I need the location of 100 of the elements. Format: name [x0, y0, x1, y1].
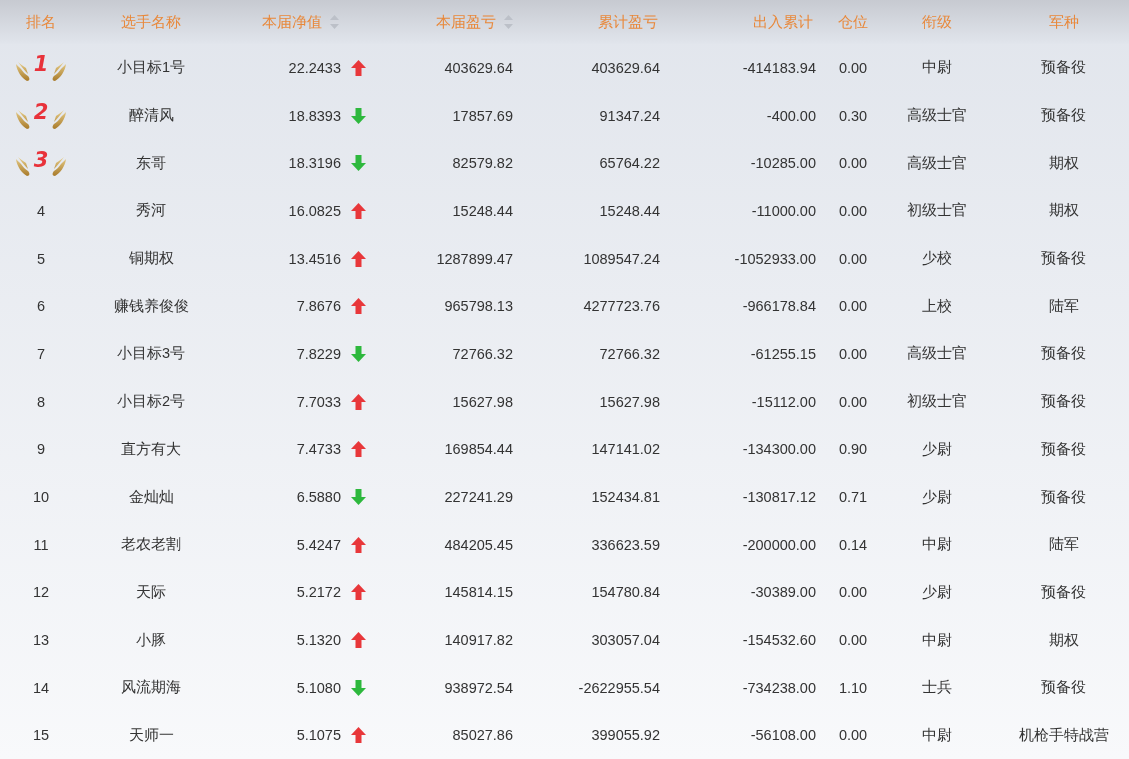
rank-title: 高级士官 [907, 153, 967, 173]
total-profit: 336623.59 [591, 536, 660, 553]
total-profit: 15248.44 [599, 202, 660, 219]
period-profit: 484205.45 [444, 536, 513, 553]
position-value: 0.00 [838, 727, 868, 744]
rank-number: 12 [32, 584, 50, 601]
rank-title: 中尉 [922, 535, 952, 555]
position-value: 0.30 [838, 107, 868, 124]
position-value: 0.00 [838, 345, 868, 362]
net-value: 5.1320 [296, 632, 341, 649]
total-profit: -2622955.54 [578, 679, 660, 696]
position-value: 0.00 [838, 298, 868, 315]
rank-title: 士兵 [922, 678, 952, 698]
cash-flow: -1052933.00 [734, 250, 816, 267]
total-profit: 147141.02 [591, 441, 660, 458]
total-profit: 152434.81 [591, 489, 660, 506]
rank-number: 3 [33, 149, 49, 171]
total-profit: 399055.92 [591, 727, 660, 744]
rank-number: 14 [32, 679, 50, 696]
cash-flow: -200000.00 [742, 536, 816, 553]
net-value: 16.0825 [288, 202, 341, 219]
position-value: 0.00 [838, 632, 868, 649]
net-value: 5.1080 [296, 679, 341, 696]
player-name: 小目标2号 [116, 392, 186, 412]
cash-flow: -734238.00 [742, 679, 816, 696]
rank-title: 中尉 [922, 58, 952, 78]
rank-number: 4 [36, 202, 46, 219]
total-profit: 65764.22 [599, 155, 660, 172]
rank-title: 高级士官 [907, 106, 967, 126]
rank-title: 少校 [922, 249, 952, 269]
branch-name: 预备役 [1041, 439, 1086, 459]
cash-flow: -130817.12 [742, 489, 816, 506]
net-value: 22.2433 [288, 59, 341, 76]
period-profit: 72766.32 [452, 345, 513, 362]
net-value: 6.5880 [296, 489, 341, 506]
cash-flow: -154532.60 [742, 632, 816, 649]
rank-number: 1 [33, 54, 49, 76]
cash-flow: -15112.00 [751, 393, 816, 410]
branch-name: 预备役 [1041, 106, 1086, 126]
player-name: 小目标1号 [116, 58, 186, 78]
total-profit: 1089547.24 [583, 250, 660, 267]
player-name: 小目标3号 [116, 344, 186, 364]
period-profit: 1287899.47 [436, 250, 513, 267]
rank-title: 初级士官 [907, 201, 967, 221]
column-header[interactable]: 本届盈亏 [436, 12, 496, 32]
rank-number: 8 [36, 393, 46, 410]
position-value: 0.00 [838, 155, 868, 172]
net-value: 7.7033 [296, 393, 341, 410]
column-header: 衔级 [922, 12, 952, 32]
player-name: 天际 [136, 582, 166, 602]
cash-flow: -61255.15 [750, 345, 816, 362]
period-profit: 227241.29 [444, 489, 513, 506]
cash-flow: -414183.94 [742, 59, 816, 76]
branch-name: 预备役 [1041, 582, 1086, 602]
rank-number: 9 [36, 441, 46, 458]
total-profit: 91347.24 [599, 107, 660, 124]
player-name: 铜期权 [128, 249, 174, 269]
total-profit: 403629.64 [591, 59, 660, 76]
branch-name: 机枪手特战营 [1018, 725, 1109, 745]
player-name: 直方有大 [121, 439, 181, 459]
rank-title: 上校 [922, 296, 952, 316]
branch-name: 期权 [1048, 201, 1079, 221]
net-value: 7.8229 [296, 345, 341, 362]
rank-title: 中尉 [922, 630, 952, 650]
position-value: 0.71 [838, 489, 868, 506]
rank-title: 少尉 [922, 487, 952, 507]
position-value: 0.00 [838, 393, 868, 410]
branch-name: 预备役 [1041, 678, 1086, 698]
branch-name: 陆军 [1048, 296, 1079, 316]
total-profit: 154780.84 [591, 584, 660, 601]
period-profit: 15248.44 [452, 202, 513, 219]
player-name: 小豚 [136, 630, 166, 650]
branch-name: 预备役 [1041, 249, 1086, 269]
branch-name: 预备役 [1041, 344, 1086, 364]
sort-icon[interactable] [329, 15, 339, 29]
net-value: 7.4733 [296, 441, 341, 458]
rank-number: 13 [32, 632, 50, 649]
rank-number: 11 [33, 536, 49, 553]
column-header[interactable]: 本届净值 [261, 12, 322, 32]
period-profit: 145814.15 [444, 584, 513, 601]
net-value: 18.8393 [288, 107, 341, 124]
position-value: 0.00 [838, 59, 868, 76]
player-name: 东哥 [136, 153, 166, 173]
player-name: 风流期海 [121, 678, 181, 698]
rank-number: 6 [36, 298, 46, 315]
column-header: 军种 [1048, 12, 1079, 32]
net-value: 13.4516 [288, 250, 341, 267]
period-profit: 965798.13 [444, 298, 513, 315]
net-value: 5.2172 [296, 584, 341, 601]
column-header: 仓位 [838, 12, 868, 32]
cash-flow: -10285.00 [750, 155, 816, 172]
rank-number: 2 [33, 102, 49, 124]
player-name: 金灿灿 [128, 487, 174, 507]
sort-icon[interactable] [504, 15, 513, 29]
period-profit: 17857.69 [452, 107, 513, 124]
position-value: 0.14 [838, 536, 868, 553]
column-header: 选手名称 [121, 12, 181, 32]
branch-name: 预备役 [1041, 392, 1086, 412]
total-profit: 72766.32 [599, 345, 660, 362]
cash-flow: -30389.00 [750, 584, 816, 601]
